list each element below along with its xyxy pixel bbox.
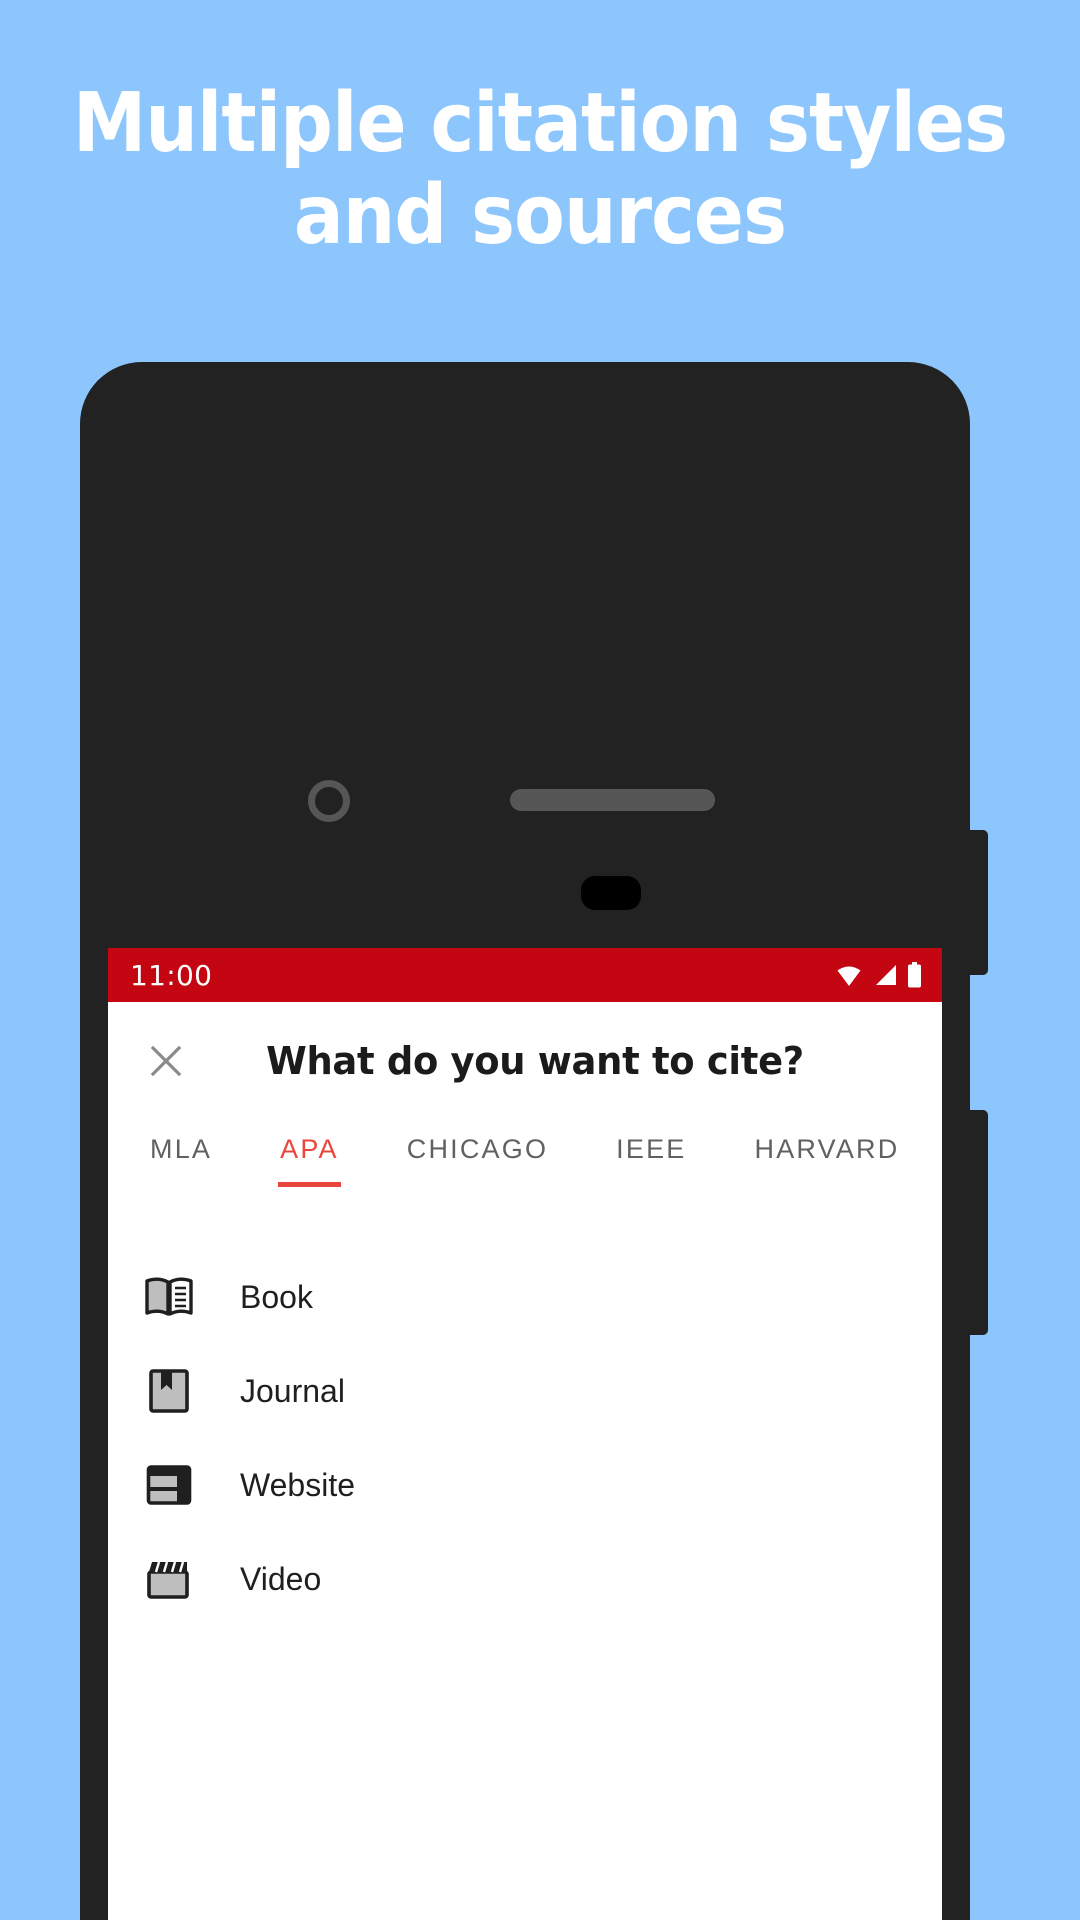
camera-lens-icon <box>308 780 350 822</box>
phone-mockup: 11:00 What do you want to cite? MLA APA … <box>80 362 1000 1920</box>
earpiece-speaker-icon <box>510 789 715 811</box>
status-time: 11:00 <box>130 958 213 992</box>
list-item-label: Website <box>240 1466 356 1503</box>
battery-icon <box>907 962 922 988</box>
list-item-label: Video <box>240 1560 322 1597</box>
list-item-journal[interactable]: Journal <box>108 1344 942 1438</box>
bookmark-book-icon <box>138 1363 200 1419</box>
status-icon-group <box>835 962 922 988</box>
tab-chicago[interactable]: CHICAGO <box>407 1120 548 1165</box>
power-button[interactable] <box>966 1110 988 1335</box>
dialog-header: What do you want to cite? <box>108 1002 942 1120</box>
list-item-book[interactable]: Book <box>108 1250 942 1344</box>
list-item-label: Journal <box>240 1372 345 1409</box>
tab-harvard[interactable]: HARVARD <box>755 1120 900 1165</box>
volume-rocker-button[interactable] <box>966 830 988 975</box>
wifi-icon <box>835 963 863 987</box>
tab-ieee[interactable]: IEEE <box>616 1120 686 1165</box>
list-item-website[interactable]: Website <box>108 1438 942 1532</box>
proximity-sensor-icon <box>581 876 641 910</box>
close-icon <box>147 1042 185 1080</box>
signal-icon <box>872 963 898 987</box>
status-bar: 11:00 <box>108 948 942 1002</box>
list-item-label: Book <box>240 1278 313 1315</box>
open-book-icon <box>138 1269 200 1325</box>
close-button[interactable] <box>138 1033 194 1089</box>
source-type-list: Book Journal Website Video <box>108 1212 942 1626</box>
list-item-video[interactable]: Video <box>108 1532 942 1626</box>
tab-mla[interactable]: MLA <box>150 1120 212 1165</box>
clapperboard-icon <box>138 1551 200 1607</box>
website-layout-icon <box>138 1457 200 1513</box>
phone-screen: 11:00 What do you want to cite? MLA APA … <box>108 948 942 1920</box>
dialog-title: What do you want to cite? <box>266 1039 804 1083</box>
citation-style-tabs[interactable]: MLA APA CHICAGO IEEE HARVARD <box>108 1120 942 1212</box>
page-title: Multiple citation styles and sources <box>72 76 1008 263</box>
tab-apa[interactable]: APA <box>278 1120 341 1187</box>
